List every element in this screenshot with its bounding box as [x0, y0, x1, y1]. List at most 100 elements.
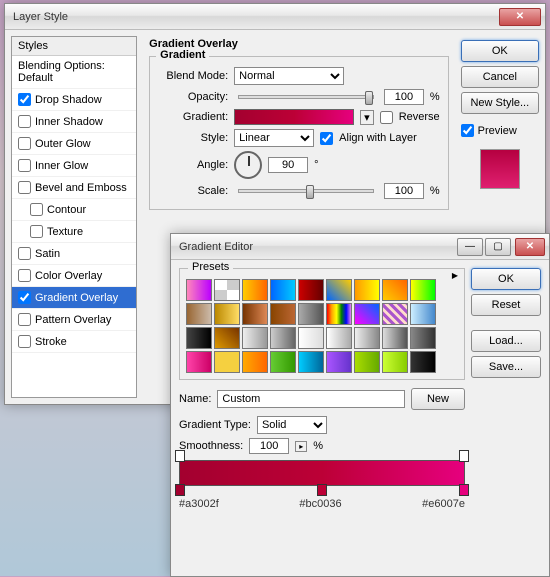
- preset-swatch[interactable]: [214, 303, 240, 325]
- align-checkbox[interactable]: [320, 132, 333, 145]
- opacity-stop-left[interactable]: [175, 450, 185, 462]
- ge-save-button[interactable]: Save...: [471, 356, 541, 378]
- style-checkbox[interactable]: [18, 93, 31, 106]
- preset-swatch[interactable]: [326, 279, 352, 301]
- preset-swatch[interactable]: [270, 303, 296, 325]
- preset-swatch[interactable]: [270, 327, 296, 349]
- ge-load-button[interactable]: Load...: [471, 330, 541, 352]
- style-item-color-overlay[interactable]: Color Overlay: [12, 265, 136, 287]
- style-item-bevel-and-emboss[interactable]: Bevel and Emboss: [12, 177, 136, 199]
- preset-swatch[interactable]: [354, 279, 380, 301]
- preset-swatch[interactable]: [298, 303, 324, 325]
- style-checkbox[interactable]: [18, 247, 31, 260]
- preset-swatch[interactable]: [242, 279, 268, 301]
- style-checkbox[interactable]: [18, 115, 31, 128]
- preset-swatch[interactable]: [298, 327, 324, 349]
- preset-swatch[interactable]: [298, 279, 324, 301]
- style-item-drop-shadow[interactable]: Drop Shadow: [12, 89, 136, 111]
- preset-swatch[interactable]: [242, 351, 268, 373]
- preset-swatch[interactable]: [326, 351, 352, 373]
- gradient-swatch[interactable]: [234, 109, 354, 125]
- style-item-inner-shadow[interactable]: Inner Shadow: [12, 111, 136, 133]
- smoothness-value[interactable]: [249, 438, 289, 454]
- preset-swatch[interactable]: [382, 327, 408, 349]
- style-item-gradient-overlay[interactable]: Gradient Overlay: [12, 287, 136, 309]
- style-item-satin[interactable]: Satin: [12, 243, 136, 265]
- preset-swatch[interactable]: [214, 351, 240, 373]
- close-icon[interactable]: ✕: [499, 8, 541, 26]
- color-stop-right[interactable]: [459, 484, 469, 496]
- preset-swatch[interactable]: [410, 351, 436, 373]
- preview-checkbox[interactable]: [461, 124, 474, 137]
- scale-value[interactable]: [384, 183, 424, 199]
- opacity-stop-right[interactable]: [459, 450, 469, 462]
- style-select[interactable]: Linear: [234, 129, 314, 147]
- style-checkbox[interactable]: [18, 335, 31, 348]
- style-item-outer-glow[interactable]: Outer Glow: [12, 133, 136, 155]
- scale-slider[interactable]: [238, 189, 374, 193]
- preset-swatch[interactable]: [298, 351, 324, 373]
- preset-swatch[interactable]: [186, 327, 212, 349]
- preset-swatch[interactable]: [410, 303, 436, 325]
- color-stop-mid[interactable]: [317, 484, 327, 496]
- new-style-button[interactable]: New Style...: [461, 92, 539, 114]
- style-item-pattern-overlay[interactable]: Pattern Overlay: [12, 309, 136, 331]
- styles-header[interactable]: Styles: [12, 37, 136, 56]
- presets-menu-icon[interactable]: ▶: [452, 271, 458, 280]
- preset-swatch[interactable]: [214, 327, 240, 349]
- preset-swatch[interactable]: [382, 303, 408, 325]
- name-input[interactable]: [217, 390, 405, 408]
- opacity-value[interactable]: [384, 89, 424, 105]
- new-button[interactable]: New: [411, 388, 465, 410]
- preset-swatch[interactable]: [410, 327, 436, 349]
- preset-swatch[interactable]: [270, 351, 296, 373]
- preset-swatch[interactable]: [214, 279, 240, 301]
- style-item-inner-glow[interactable]: Inner Glow: [12, 155, 136, 177]
- preset-swatch[interactable]: [354, 327, 380, 349]
- style-checkbox[interactable]: [18, 313, 31, 326]
- style-checkbox[interactable]: [18, 269, 31, 282]
- reverse-checkbox[interactable]: [380, 111, 393, 124]
- preset-swatch[interactable]: [354, 351, 380, 373]
- preset-swatch[interactable]: [382, 279, 408, 301]
- preset-swatch[interactable]: [242, 303, 268, 325]
- angle-dial[interactable]: [234, 151, 262, 179]
- preset-swatch[interactable]: [186, 303, 212, 325]
- style-item-stroke[interactable]: Stroke: [12, 331, 136, 353]
- ge-ok-button[interactable]: OK: [471, 268, 541, 290]
- preset-swatch[interactable]: [186, 351, 212, 373]
- preset-swatch[interactable]: [382, 351, 408, 373]
- color-stop-left[interactable]: [175, 484, 185, 496]
- blending-options-item[interactable]: Blending Options: Default: [12, 56, 136, 89]
- style-item-contour[interactable]: Contour: [12, 199, 136, 221]
- style-checkbox[interactable]: [18, 181, 31, 194]
- opacity-slider[interactable]: [238, 95, 374, 99]
- style-checkbox[interactable]: [30, 203, 43, 216]
- gradient-editor-titlebar[interactable]: Gradient Editor — ▢ ✕: [171, 234, 549, 260]
- gradient-dropdown-icon[interactable]: ▾: [360, 110, 374, 125]
- minimize-icon[interactable]: —: [457, 238, 483, 256]
- style-checkbox[interactable]: [18, 291, 31, 304]
- angle-value[interactable]: [268, 157, 308, 173]
- preset-swatch[interactable]: [270, 279, 296, 301]
- style-checkbox[interactable]: [30, 225, 43, 238]
- close-icon[interactable]: ✕: [515, 238, 545, 256]
- maximize-icon[interactable]: ▢: [485, 238, 511, 256]
- preset-swatch[interactable]: [326, 303, 352, 325]
- preset-swatch[interactable]: [242, 327, 268, 349]
- gradient-type-select[interactable]: Solid: [257, 416, 327, 434]
- preset-swatch[interactable]: [410, 279, 436, 301]
- smoothness-stepper-icon[interactable]: ▸: [295, 441, 307, 452]
- gradient-bar[interactable]: [179, 460, 465, 486]
- blend-mode-select[interactable]: Normal: [234, 67, 344, 85]
- ge-reset-button[interactable]: Reset: [471, 294, 541, 316]
- preset-swatch[interactable]: [186, 279, 212, 301]
- preset-swatch[interactable]: [326, 327, 352, 349]
- layer-style-titlebar[interactable]: Layer Style ✕: [5, 4, 545, 30]
- ok-button[interactable]: OK: [461, 40, 539, 62]
- preset-swatch[interactable]: [354, 303, 380, 325]
- cancel-button[interactable]: Cancel: [461, 66, 539, 88]
- style-checkbox[interactable]: [18, 137, 31, 150]
- style-item-texture[interactable]: Texture: [12, 221, 136, 243]
- style-checkbox[interactable]: [18, 159, 31, 172]
